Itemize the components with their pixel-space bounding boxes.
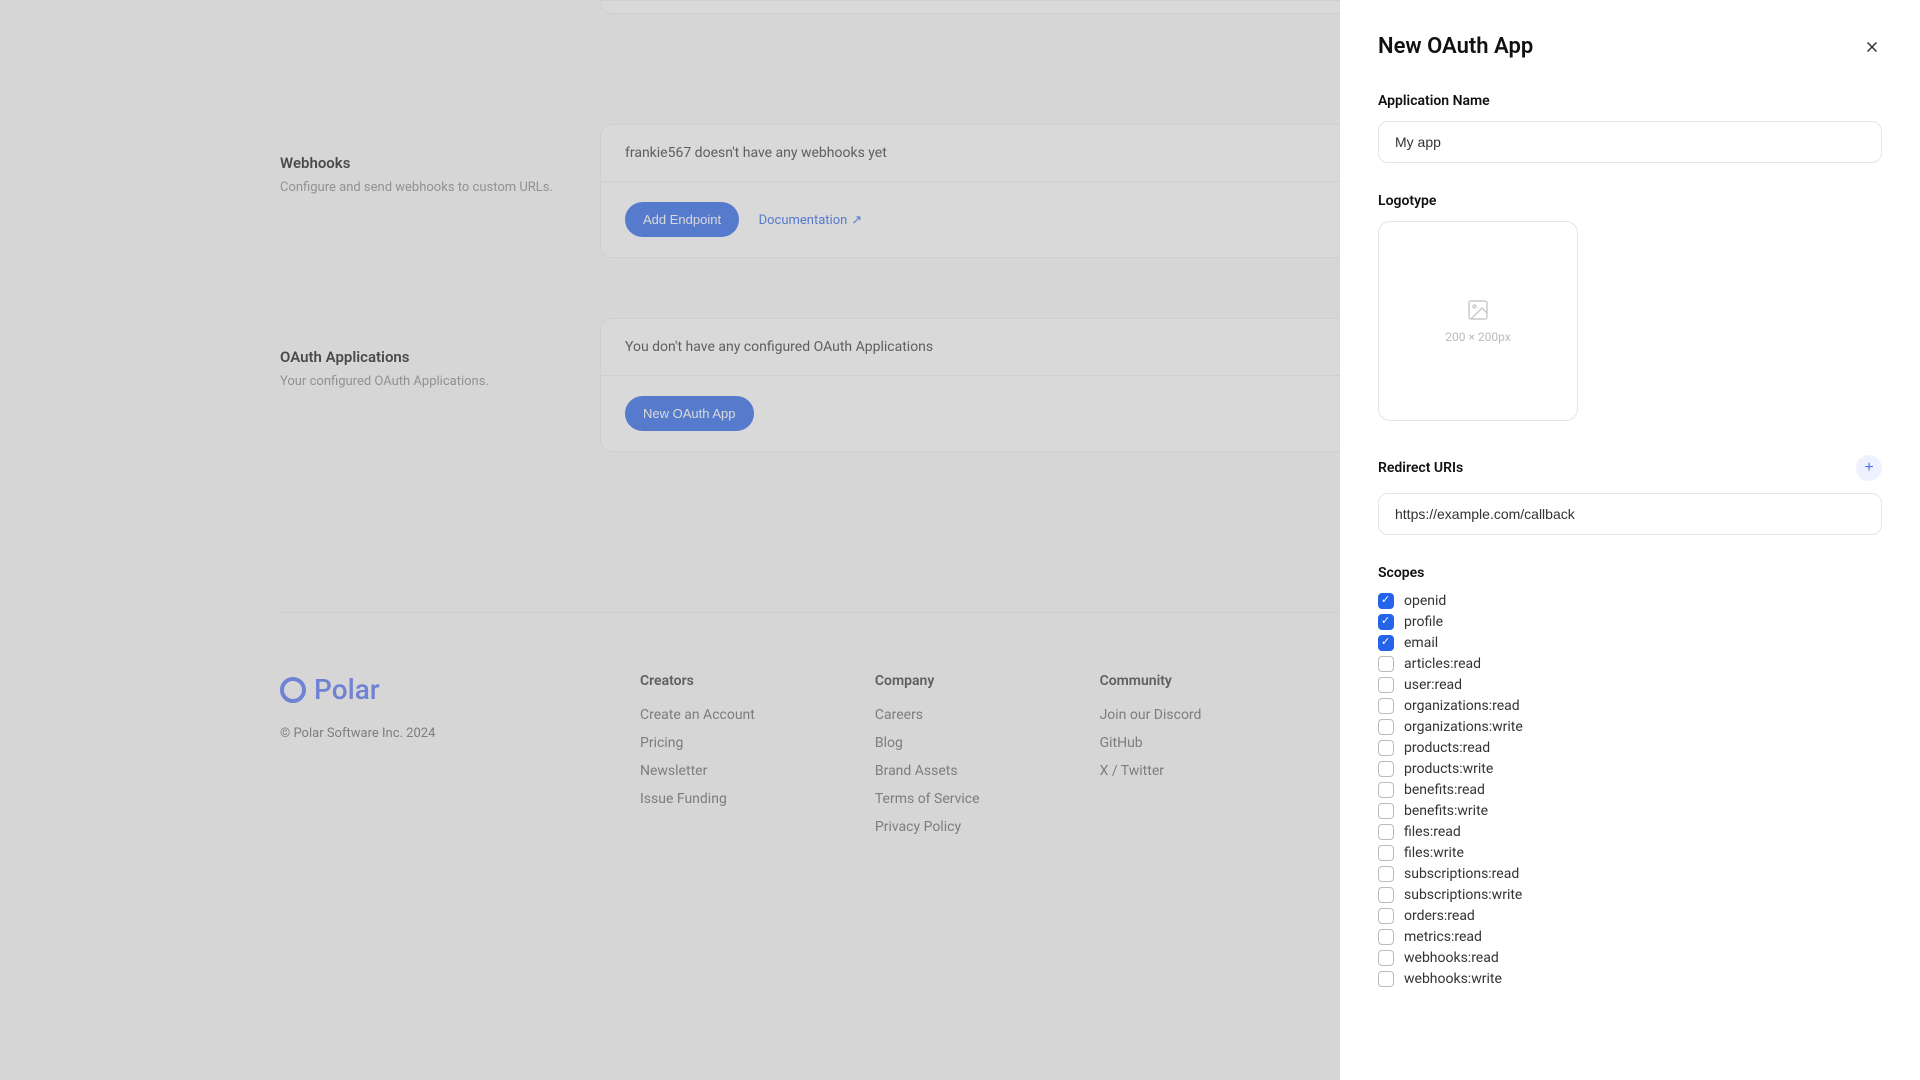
scope-label[interactable]: user:read <box>1404 677 1462 693</box>
scope-checkbox-webhooks-write[interactable] <box>1378 971 1394 987</box>
logo-upload-zone[interactable]: 200 × 200px <box>1378 221 1578 421</box>
scope-checkbox-email[interactable] <box>1378 635 1394 651</box>
scope-label[interactable]: organizations:read <box>1404 698 1520 714</box>
scope-checkbox-products-read[interactable] <box>1378 740 1394 756</box>
app-name-label: Application Name <box>1378 93 1882 109</box>
close-icon[interactable] <box>1862 37 1882 57</box>
scope-checkbox-organizations-write[interactable] <box>1378 719 1394 735</box>
scope-label[interactable]: files:read <box>1404 824 1461 840</box>
scope-label[interactable]: subscriptions:write <box>1404 887 1522 903</box>
drawer-title: New OAuth App <box>1378 34 1533 59</box>
scope-label[interactable]: webhooks:write <box>1404 971 1502 987</box>
scope-checkbox-benefits-write[interactable] <box>1378 803 1394 819</box>
logo-hint: 200 × 200px <box>1445 330 1510 344</box>
scope-label[interactable]: products:read <box>1404 740 1490 756</box>
scope-checkbox-openid[interactable] <box>1378 593 1394 609</box>
scope-checkbox-products-write[interactable] <box>1378 761 1394 777</box>
new-oauth-drawer: New OAuth App Application Name Logotype … <box>1340 0 1920 1080</box>
scope-label[interactable]: email <box>1404 635 1438 651</box>
scope-label[interactable]: products:write <box>1404 761 1493 777</box>
redirect-uris-label: Redirect URIs <box>1378 460 1463 476</box>
image-icon <box>1466 298 1490 322</box>
scope-label[interactable]: subscriptions:read <box>1404 866 1519 882</box>
scope-checkbox-webhooks-read[interactable] <box>1378 950 1394 966</box>
scope-label[interactable]: metrics:read <box>1404 929 1482 945</box>
scope-checkbox-profile[interactable] <box>1378 614 1394 630</box>
scope-label[interactable]: files:write <box>1404 845 1464 861</box>
scope-label[interactable]: benefits:write <box>1404 803 1488 819</box>
add-redirect-uri-button[interactable]: + <box>1856 455 1882 481</box>
plus-icon: + <box>1864 459 1873 477</box>
scope-checkbox-benefits-read[interactable] <box>1378 782 1394 798</box>
scope-checkbox-metrics-read[interactable] <box>1378 929 1394 945</box>
scope-label[interactable]: articles:read <box>1404 656 1481 672</box>
scope-checkbox-subscriptions-write[interactable] <box>1378 887 1394 903</box>
scope-checkbox-files-write[interactable] <box>1378 845 1394 861</box>
scope-label[interactable]: openid <box>1404 593 1446 609</box>
scope-checkbox-files-read[interactable] <box>1378 824 1394 840</box>
scopes-label: Scopes <box>1378 565 1882 581</box>
scope-checkbox-orders-read[interactable] <box>1378 908 1394 924</box>
scope-checkbox-user-read[interactable] <box>1378 677 1394 693</box>
scope-label[interactable]: benefits:read <box>1404 782 1485 798</box>
logotype-label: Logotype <box>1378 193 1882 209</box>
scope-label[interactable]: webhooks:read <box>1404 950 1499 966</box>
scope-label[interactable]: profile <box>1404 614 1443 630</box>
scope-checkbox-subscriptions-read[interactable] <box>1378 866 1394 882</box>
redirect-uri-input[interactable] <box>1378 493 1882 535</box>
app-name-input[interactable] <box>1378 121 1882 163</box>
scope-checkbox-articles-read[interactable] <box>1378 656 1394 672</box>
scope-label[interactable]: organizations:write <box>1404 719 1523 735</box>
scope-checkbox-organizations-read[interactable] <box>1378 698 1394 714</box>
scope-label[interactable]: orders:read <box>1404 908 1475 924</box>
